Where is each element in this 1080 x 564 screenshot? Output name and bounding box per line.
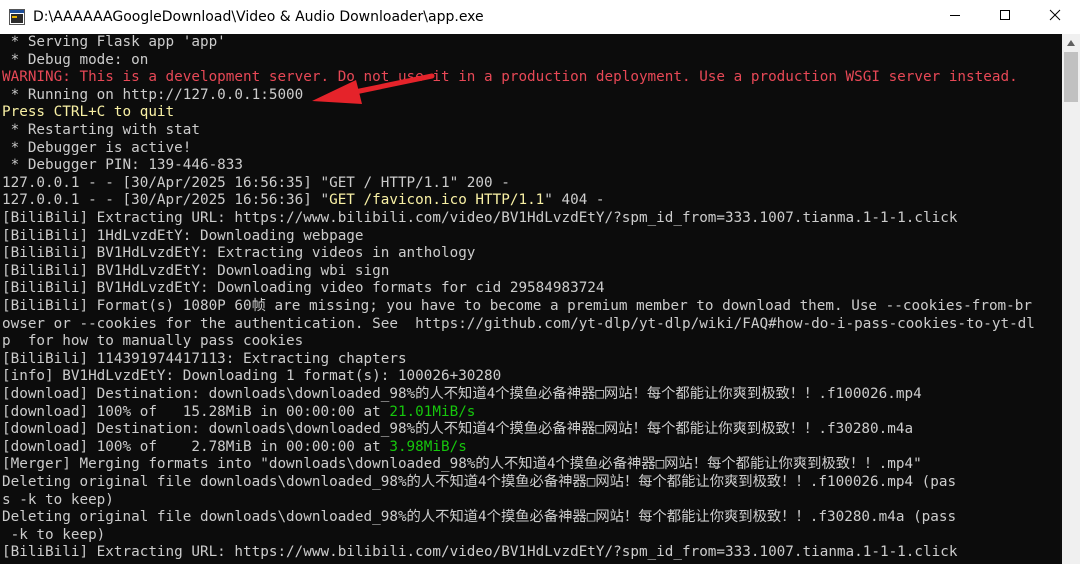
console-text: [download] Destination: downloads\downlo… [2,386,922,402]
console-text: p for how to manually pass cookies [2,333,304,350]
console-text: 127.0.0.1 - - [30/Apr/2025 16:56:36] " [2,192,330,209]
console-window: D:\AAAAAAGoogleDownload\Video & Audio Do… [0,0,1080,564]
console-line: [BiliBili] 114391974417113: Extracting c… [2,351,407,369]
maximize-icon [999,8,1011,26]
console-text: * Serving Flask app 'app' [2,34,226,50]
console-text: [BiliBili] BV1HdLvzdEtY: Downloading wbi… [2,262,390,279]
console-text: [BiliBili] BV1HdLvzdEtY: Downloading vid… [2,280,605,297]
console-line: [BiliBili] Extracting URL: https://www.b… [2,544,957,562]
console-line: 127.0.0.1 - - [30/Apr/2025 16:56:36] "GE… [2,192,605,210]
console-line: [BiliBili] BV1HdLvzdEtY: Downloading wbi… [2,263,389,281]
console-text: Deleting original file downloads\downloa… [2,509,957,526]
console-text: " 404 - [544,192,605,209]
scrollbar-thumb[interactable] [1064,52,1078,102]
console-line: 127.0.0.1 - - [30/Apr/2025 16:56:35] "GE… [2,175,510,193]
console-text: WARNING: This is a development server. D… [2,69,1018,86]
console-text: [BiliBili] Extracting URL: https://www.b… [2,544,958,561]
scroll-up-button[interactable] [1062,34,1080,52]
console-text: s -k to keep) [2,491,114,508]
console-line: * Debugger PIN: 139-446-833 [2,157,243,175]
title-bar[interactable]: D:\AAAAAAGoogleDownload\Video & Audio Do… [0,0,1080,34]
close-button[interactable] [1030,0,1080,34]
console-text: * Running on http://127.0.0.1:5000 [2,86,304,103]
console-line: [BiliBili] 1HdLvzdEtY: Downloading webpa… [2,228,364,246]
maximize-button[interactable] [980,0,1030,34]
console-app-icon [9,9,25,25]
console-output[interactable]: * Serving Flask app 'app' * Debug mode: … [0,34,1062,564]
console-text: Deleting original file downloads\downloa… [2,474,957,490]
console-text: Press CTRL+C to quit [2,104,175,121]
console-line: * Serving Flask app 'app' [2,34,226,52]
console-text: 3.98MiB/s [389,438,467,455]
console-line: * Restarting with stat [2,122,200,140]
window-title: D:\AAAAAAGoogleDownload\Video & Audio Do… [33,9,484,25]
vertical-scrollbar[interactable] [1062,34,1080,564]
console-text: 21.01MiB/s [389,403,476,420]
console-line: * Debug mode: on [2,51,149,70]
console-text: [download] 100% of 2.78MiB in 00:00:00 a… [2,438,390,455]
console-line: [download] Destination: downloads\downlo… [2,421,913,439]
console-text: [download] Destination: downloads\downlo… [2,421,914,438]
console-text: * Debugger PIN: 139-446-833 [2,157,244,174]
console-text: owser or --cookies for the authenticatio… [2,315,1035,332]
console-line: owser or --cookies for the authenticatio… [2,316,1035,334]
console-line: [BiliBili] Format(s) 1080P 60帧 are missi… [2,298,1032,316]
console-text: [BiliBili] Format(s) 1080P 60帧 are missi… [2,298,1032,314]
window-controls [930,0,1080,34]
console-line: [download] 100% of 15.28MiB in 00:00:00 … [2,404,475,422]
console-line: Deleting original file downloads\downloa… [2,474,956,492]
console-line: [download] Destination: downloads\downlo… [2,386,922,404]
console-text: -k to keep) [2,526,106,543]
console-line: [BiliBili] BV1HdLvzdEtY: Downloading vid… [2,280,605,298]
console-line: * Debugger is active! [2,139,192,158]
console-line: [info] BV1HdLvzdEtY: Downloading 1 forma… [2,368,501,386]
console-text: * Debugger is active! [2,139,192,156]
console-line: WARNING: This is a development server. D… [2,69,1018,87]
console-text: 127.0.0.1 - - [30/Apr/2025 16:56:35] "GE… [2,174,510,191]
console-text: [BiliBili] BV1HdLvzdEtY: Extracting vide… [2,245,476,262]
console-text: [BiliBili] Extracting URL: https://www.b… [2,210,958,226]
console-text: [info] BV1HdLvzdEtY: Downloading 1 forma… [2,368,502,385]
console-text: [BiliBili] 114391974417113: Extracting c… [2,350,407,367]
minimize-button[interactable] [930,0,980,34]
console-line: [download] 100% of 2.78MiB in 00:00:00 a… [2,439,467,457]
console-text: [Merger] Merging formats into "downloads… [2,456,922,473]
console-line: Deleting original file downloads\downloa… [2,509,956,527]
minimize-icon [949,8,961,26]
close-icon [1049,8,1061,26]
console-text: [download] 100% of 15.28MiB in 00:00:00 … [2,403,390,420]
console-line: Press CTRL+C to quit [2,104,174,122]
console-text: GET /favicon.ico HTTP/1.1 [329,192,545,209]
console-line: [BiliBili] BV1HdLvzdEtY: Extracting vide… [2,245,475,263]
console-line: -k to keep) [2,526,106,545]
console-text: [BiliBili] 1HdLvzdEtY: Downloading webpa… [2,227,364,244]
console-line: s -k to keep) [2,492,114,510]
console-line: [Merger] Merging formats into "downloads… [2,456,922,474]
scroll-up-icon [1066,34,1076,52]
console-line: [BiliBili] Extracting URL: https://www.b… [2,210,957,228]
console-text: * Debug mode: on [2,51,149,68]
console-line: p for how to manually pass cookies [2,333,303,351]
console-text: * Restarting with stat [2,122,200,138]
console-line: * Running on http://127.0.0.1:5000 [2,86,304,105]
